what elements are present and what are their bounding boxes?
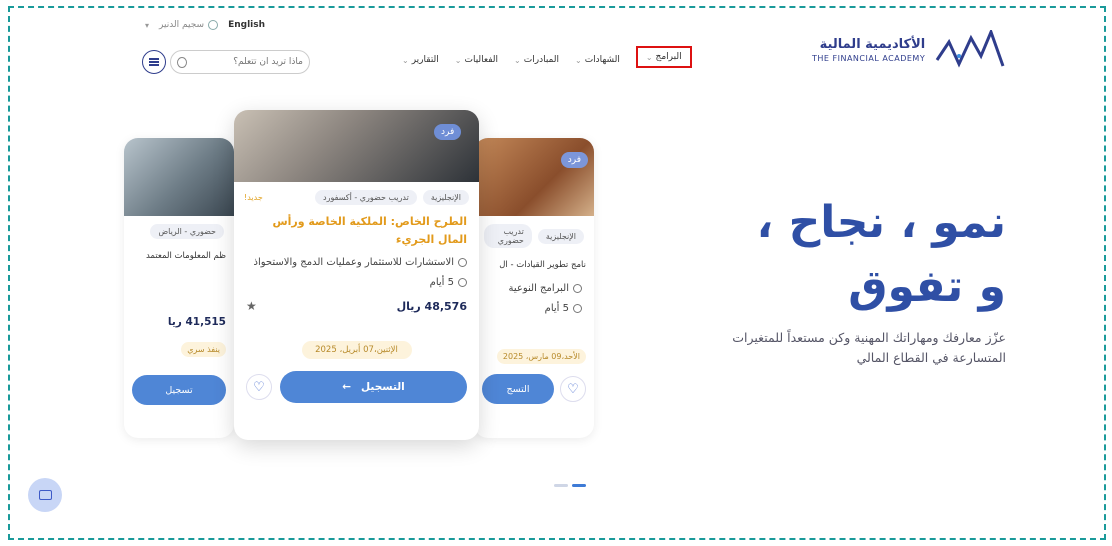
nav-item-reports[interactable]: التقارير ⌄ (402, 52, 439, 68)
search-box[interactable] (170, 50, 310, 74)
chat-button[interactable] (28, 478, 62, 512)
card-title: الطرح الخاص: الملكية الخاصة ورأس المال ا… (272, 215, 467, 246)
chevron-down-icon[interactable]: ▾ (145, 21, 149, 30)
card-tags: الإنجليزية تدريب حضوري - أكسفورد جديد! (234, 182, 479, 209)
card-price: 41,515 ريا (167, 316, 226, 328)
chevron-down-icon: ⌄ (645, 52, 653, 62)
card-date: الإثنين،07 أبريل، 2025 (301, 341, 412, 359)
program-photo (124, 138, 234, 216)
tag-language: الإنجليزية (422, 190, 469, 205)
program-photo (474, 138, 594, 216)
academy-logo[interactable]: الأكاديمية المالية THE FINANCIAL ACADEMY (812, 30, 1005, 70)
nav-item-initiatives[interactable]: المبادرات ⌄ (514, 52, 559, 68)
logo-arabic: الأكاديمية المالية (819, 37, 926, 52)
card-price-row: 48,576 ريال ★ (234, 293, 479, 319)
program-photo (234, 110, 479, 182)
tag-type: تدريب حضوري - أكسفورد (315, 190, 417, 205)
menu-button[interactable] (142, 50, 166, 74)
signin-link[interactable]: سجيم الدنير (159, 20, 219, 30)
card-provider: البرامج النوعية (474, 279, 594, 299)
search-row (142, 50, 310, 74)
nav-label: الشهادات (584, 55, 620, 65)
hero-title: نمو ، نجاح ، و تفوق (757, 191, 1006, 319)
logo-text: الأكاديمية المالية THE FINANCIAL ACADEMY (812, 37, 925, 63)
heart-icon[interactable]: ♡ (246, 374, 272, 400)
program-card-main[interactable]: فرد الإنجليزية تدريب حضوري - أكسفورد جدي… (234, 110, 479, 440)
nav-label: البرامج (655, 52, 682, 62)
tag-type: حضوري - الرياض (150, 224, 224, 239)
page-frame: ▾ سجيم الدنير English البرامج⌄ الشهادات⌄… (8, 6, 1106, 540)
logo-mark-icon (935, 30, 1005, 68)
card-date: الأحد،09 مارس، 2025 (496, 349, 586, 364)
card-title: ظم المعلومات المعتمد (145, 251, 226, 261)
provider-label: البرامج النوعية (508, 283, 569, 294)
chevron-down-icon: ⌄ (574, 55, 582, 65)
carousel-dot-active[interactable] (572, 484, 586, 487)
hero-subtitle: عزّز معارفك ومهاراتك المهنية وكن مستعداً… (732, 330, 1006, 365)
duration-label: 5 أيام (544, 303, 569, 314)
nav-label: المبادرات (523, 55, 559, 65)
hero-title-line1: نمو ، نجاح ، (756, 197, 1006, 248)
new-label: جديد! (244, 193, 263, 202)
register-button[interactable]: تسجيل (132, 375, 226, 405)
program-card-left[interactable]: حضوري - الرياض ظم المعلومات المعتمد 41,5… (124, 138, 234, 438)
card-duration: 5 أيام (474, 299, 594, 319)
card-duration: 5 أيام (234, 273, 479, 293)
card-provider: الاستشارات للاستثمار وعمليات الدمج والاس… (234, 253, 479, 273)
arrow-left-icon: ← (342, 381, 352, 393)
search-input[interactable] (192, 57, 303, 67)
signin-label: سجيم الدنير (159, 20, 205, 30)
duration-label: 5 أيام (429, 277, 454, 288)
card-tags: حضوري - الرياض (124, 216, 234, 243)
clock-icon (573, 304, 582, 313)
card-price: 48,576 ريال (396, 299, 467, 313)
card-actions: التسجيل ← ♡ (234, 359, 479, 403)
star-icon[interactable]: ★ (246, 299, 257, 313)
chat-icon (38, 490, 52, 500)
nav-item-certificates[interactable]: الشهادات ⌄ (575, 52, 620, 68)
search-icon (177, 56, 187, 68)
tag-type: تدريب حضوري (484, 224, 532, 248)
chevron-down-icon: ⌄ (402, 55, 409, 65)
chevron-down-icon: ⌄ (514, 55, 521, 65)
language-switch[interactable]: English (228, 20, 265, 30)
register-button[interactable]: التسجيل ← (280, 371, 467, 403)
nav-item-events[interactable]: الفعاليات ⌄ (455, 52, 498, 68)
card-date: ينفذ سري (181, 342, 226, 357)
provider-icon (458, 258, 467, 267)
nav-label: الفعاليات (464, 55, 499, 65)
carousel-pagination (554, 484, 586, 487)
nav-item-programs[interactable]: البرامج ⌄ (635, 46, 692, 68)
register-label: التسجيل (361, 381, 405, 393)
top-utility-bar: ▾ سجيم الدنير English (145, 20, 265, 30)
badge-label: فرد (441, 127, 455, 137)
card-tags: الإنجليزية تدريب حضوري (474, 216, 594, 252)
badge-label: فرد (567, 155, 581, 165)
clock-icon (458, 278, 467, 287)
register-button[interactable]: التسج (482, 374, 554, 404)
hamburger-icon (149, 61, 159, 63)
audience-badge: فرد (434, 124, 462, 140)
chevron-down-icon: ⌄ (454, 55, 462, 65)
provider-label: الاستشارات للاستثمار وعمليات الدمج والاس… (253, 257, 454, 268)
carousel-dot[interactable] (554, 484, 568, 487)
audience-badge: فرد (560, 152, 588, 168)
program-card-right[interactable]: فرد الإنجليزية تدريب حضوري نامج تطوير ال… (474, 138, 594, 438)
provider-icon (573, 284, 582, 293)
nav-label: التقارير (411, 55, 439, 65)
logo-english: THE FINANCIAL ACADEMY (812, 54, 926, 63)
card-title: نامج تطوير القيادات - ال (499, 260, 586, 270)
program-carousel: حضوري - الرياض ظم المعلومات المعتمد 41,5… (124, 110, 594, 440)
card-actions: ♡ التسج (474, 364, 594, 404)
user-icon (208, 20, 219, 30)
tag-language: الإنجليزية (537, 228, 584, 244)
heart-icon[interactable]: ♡ (560, 376, 586, 402)
hero-title-line2: و تفوق (848, 261, 1006, 312)
main-nav: البرامج ⌄ الشهادات ⌄ المبادرات ⌄ الفعاليات ⌄… (402, 46, 692, 68)
